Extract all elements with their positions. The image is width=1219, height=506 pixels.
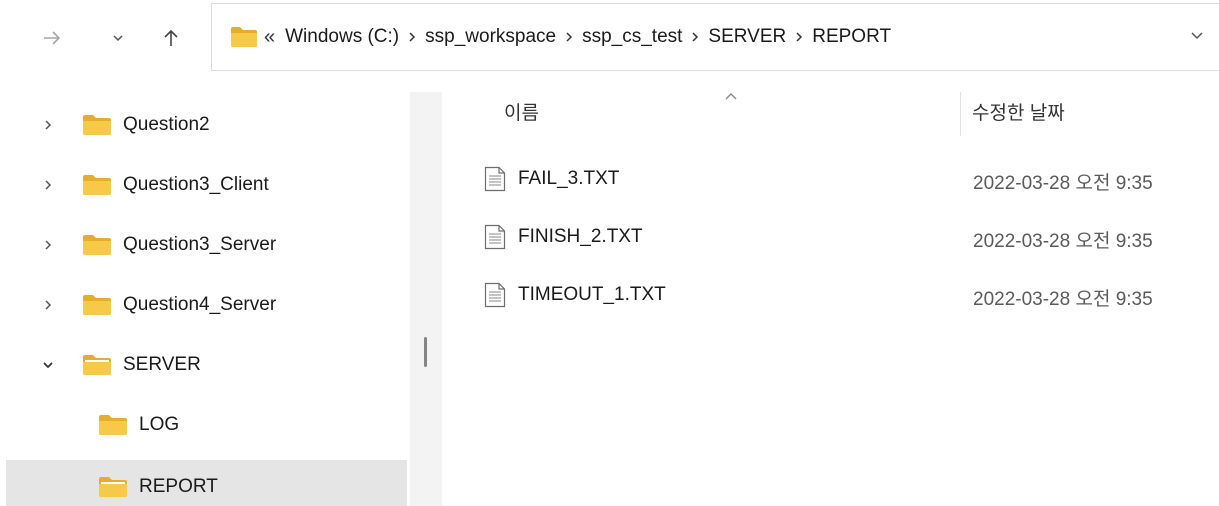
tree-item-label: Question2	[123, 114, 210, 135]
address-history-button[interactable]	[1190, 28, 1210, 48]
arrow-right-icon	[44, 31, 61, 45]
file-row[interactable]: FAIL_3.TXT 2022-03-28 오전 9:35	[442, 150, 1219, 208]
folder-icon	[99, 415, 127, 435]
chevron-right-icon[interactable]	[40, 177, 56, 193]
chevron-down-icon[interactable]	[40, 357, 56, 373]
file-modified-date: 2022-03-28 오전 9:35	[973, 289, 1153, 310]
navigation-pane: Question2 Question3_Client Question3_Ser…	[0, 92, 410, 506]
sort-ascending-icon	[724, 88, 738, 100]
tree-item-label: SERVER	[123, 354, 201, 375]
tree-item-label: Question3_Client	[123, 174, 269, 195]
tree-item-question4-server[interactable]: Question4_Server	[6, 276, 407, 334]
folder-icon	[83, 115, 111, 135]
scrollbar-thumb[interactable]	[424, 337, 427, 367]
overflow-breadcrumb-button[interactable]: «	[264, 27, 275, 47]
text-file-icon	[484, 282, 506, 308]
file-row[interactable]: TIMEOUT_1.TXT 2022-03-28 오전 9:35	[442, 266, 1219, 324]
file-explorer-window: « Windows (C:) ssp_workspace ssp_cs_test…	[0, 0, 1219, 506]
chevron-right-icon[interactable]	[556, 31, 582, 43]
tree-item-server[interactable]: SERVER	[6, 336, 407, 394]
forward-button[interactable]	[36, 22, 68, 54]
folder-open-icon	[83, 355, 111, 375]
file-list: 이름 수정한 날짜 FAIL_3.TXT 2022-03-28 오전 9:35 …	[442, 80, 1219, 506]
file-name: TIMEOUT_1.TXT	[518, 284, 666, 305]
chevron-right-icon[interactable]	[40, 117, 56, 133]
tree-item-log[interactable]: LOG	[6, 396, 407, 454]
breadcrumb-report[interactable]: REPORT	[812, 26, 891, 48]
chevron-down-icon	[1191, 32, 1203, 40]
address-bar[interactable]: « Windows (C:) ssp_workspace ssp_cs_test…	[211, 3, 1219, 71]
up-button[interactable]	[155, 22, 187, 54]
breadcrumb-drive[interactable]: Windows (C:)	[285, 26, 399, 48]
text-file-icon	[484, 224, 506, 250]
folder-icon	[83, 295, 111, 315]
chevron-right-icon[interactable]	[786, 31, 812, 43]
tree-item-question3-server[interactable]: Question3_Server	[6, 216, 407, 274]
chevron-right-icon[interactable]	[682, 31, 708, 43]
tree-item-label: LOG	[139, 414, 180, 435]
folder-icon	[83, 235, 111, 255]
folder-icon	[231, 27, 257, 47]
tree-item-question2[interactable]: Question2	[6, 96, 407, 154]
sidebar-scrollbar[interactable]	[410, 92, 442, 506]
file-row[interactable]: FINISH_2.TXT 2022-03-28 오전 9:35	[442, 208, 1219, 266]
tree-item-label: Question4_Server	[123, 294, 277, 315]
chevron-right-icon[interactable]	[40, 237, 56, 253]
folder-open-icon	[99, 477, 127, 497]
breadcrumb-server[interactable]: SERVER	[708, 26, 786, 48]
column-header-date[interactable]: 수정한 날짜	[972, 80, 1065, 142]
file-modified-date: 2022-03-28 오전 9:35	[973, 231, 1153, 252]
chevron-right-icon[interactable]	[40, 297, 56, 313]
tree-item-question3-client[interactable]: Question3_Client	[6, 156, 407, 214]
text-file-icon	[484, 166, 506, 192]
file-name: FINISH_2.TXT	[518, 226, 643, 247]
folder-icon	[83, 175, 111, 195]
arrow-up-icon	[164, 29, 178, 46]
file-modified-date: 2022-03-28 오전 9:35	[973, 173, 1153, 194]
chevron-down-icon	[113, 35, 123, 42]
breadcrumb-cs-test[interactable]: ssp_cs_test	[582, 26, 682, 48]
recent-locations-button[interactable]	[102, 22, 134, 54]
chevron-right-icon[interactable]	[399, 31, 425, 43]
tree-item-label: REPORT	[139, 476, 218, 497]
file-name: FAIL_3.TXT	[518, 168, 620, 189]
column-divider[interactable]	[960, 92, 961, 136]
tree-item-label: Question3_Server	[123, 234, 277, 255]
column-header-name[interactable]: 이름	[504, 80, 539, 142]
navigation-bar: « Windows (C:) ssp_workspace ssp_cs_test…	[0, 0, 1219, 80]
tree-item-report[interactable]: REPORT	[6, 460, 407, 506]
breadcrumb-workspace[interactable]: ssp_workspace	[425, 26, 556, 48]
